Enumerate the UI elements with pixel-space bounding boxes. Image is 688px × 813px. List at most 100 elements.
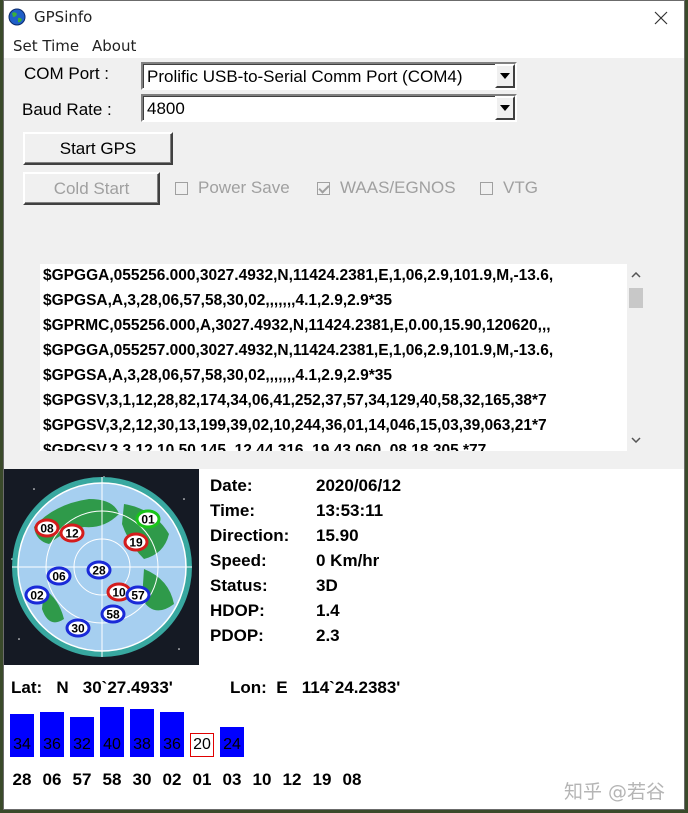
satellite-prn-label: 57 (72, 770, 92, 789)
com-port-value: Prolific USB-to-Serial Comm Port (COM4) (147, 67, 463, 86)
hdop-label: HDOP: (210, 601, 265, 620)
chevron-down-icon (500, 105, 510, 111)
start-gps-button[interactable]: Start GPS (23, 132, 173, 165)
date-label: Date: (210, 476, 253, 495)
pdop-label: PDOP: (210, 626, 264, 645)
chevron-down-icon (500, 73, 510, 79)
sky-view-plot: 08 12 01 19 06 28 02 10 57 58 30 (11, 476, 192, 657)
speed-value: 0 Km/hr (316, 551, 380, 570)
menu-set-time[interactable]: Set Time (13, 37, 79, 55)
satellite-marker: 30 (65, 618, 91, 638)
satellite-prn: 28 (92, 564, 106, 578)
nmea-line: $GPRMC,055256.000,A,3027.4932,N,11424.23… (43, 317, 551, 334)
nmea-line: $GPGSA,A,3,28,06,57,58,30,02,,,,,,,4.1,2… (43, 367, 392, 384)
latitude-readout: Lat: N 30`27.4933' (11, 678, 173, 697)
satellite-prn: 12 (65, 527, 79, 541)
main-panel: COM Port : Prolific USB-to-Serial Comm P… (4, 58, 684, 809)
menu-bar: Set Time About (4, 34, 684, 58)
scroll-thumb[interactable] (629, 288, 643, 308)
satellite-prn: 19 (129, 536, 143, 550)
satellite-prn: 10 (112, 586, 126, 600)
vtg-check-box[interactable] (480, 181, 493, 195)
nmea-log[interactable]: $GPGGA,055256.000,3027.4932,N,11424.2381… (40, 264, 645, 451)
status-label: Status: (210, 576, 268, 595)
satellite-marker: 02 (24, 585, 50, 605)
satellite-prn-label: 10 (252, 770, 272, 789)
time-label: Time: (210, 501, 256, 520)
direction-label: Direction: (210, 526, 290, 545)
satellite-prn-label: 19 (312, 770, 332, 789)
baud-rate-dropdown-button[interactable] (495, 96, 515, 120)
date-value: 2020/06/12 (316, 476, 402, 495)
com-port-select[interactable]: Prolific USB-to-Serial Comm Port (COM4) (141, 62, 517, 90)
satellite-marker: 12 (59, 523, 85, 543)
satellite-prn: 57 (131, 589, 145, 603)
nmea-line: $GPGSV,3,1,12,28,82,174,34,06,41,252,37,… (43, 392, 547, 409)
signal-value: 34 (13, 736, 31, 753)
speed-label: Speed: (210, 551, 267, 570)
signal-value: 38 (133, 736, 151, 753)
globe-icon (8, 8, 26, 26)
baud-rate-select[interactable]: 4800 (141, 94, 517, 122)
satellite-prn-label: 06 (42, 770, 62, 789)
signal-value: 32 (73, 736, 91, 753)
sky-view: 08 12 01 19 06 28 02 10 57 58 30 (4, 469, 199, 665)
close-icon (654, 11, 668, 24)
nmea-line: $GPGSV,3,3,12,10,50,145,,12,44,316,,19,4… (43, 442, 487, 451)
signal-value: 24 (223, 736, 241, 753)
direction-value: 15.90 (316, 526, 359, 545)
nmea-scrollbar[interactable] (627, 264, 645, 451)
nmea-line: $GPGGA,055257.000,3027.4932,N,11424.2381… (43, 342, 554, 359)
satellite-prn: 01 (141, 513, 155, 527)
satellite-prn: 30 (71, 622, 85, 636)
satellite-marker: 08 (34, 518, 60, 538)
waas-egnos-check-box[interactable] (317, 181, 330, 195)
watermark: 知乎 @若谷 (564, 781, 666, 803)
signal-value: 20 (190, 733, 214, 757)
satellite-prn-label: 30 (132, 770, 152, 789)
signal-value: 36 (43, 736, 61, 753)
longitude-readout: Lon: E 114`24.2383' (230, 678, 401, 697)
chevron-down-icon (631, 437, 641, 443)
satellite-prn-label: 02 (162, 770, 182, 789)
cold-start-button[interactable]: Cold Start (23, 172, 160, 205)
satellite-marker: 01 (135, 509, 161, 529)
close-button[interactable] (638, 1, 684, 34)
power-save-checkbox[interactable]: Power Save (175, 178, 290, 198)
satellite-prn: 08 (40, 522, 54, 536)
baud-rate-label: Baud Rate : (22, 100, 112, 119)
satellite-marker: 28 (86, 560, 112, 580)
com-port-dropdown-button[interactable] (495, 64, 515, 88)
satellite-prn-label: 03 (222, 770, 242, 789)
waas-egnos-checkbox[interactable]: WAAS/EGNOS (317, 178, 456, 198)
satellite-prn-label: 58 (102, 770, 122, 789)
status-value: 3D (316, 576, 338, 595)
satellite-marker: 58 (100, 604, 126, 624)
scroll-up-button[interactable] (627, 266, 645, 284)
hdop-value: 1.4 (316, 601, 340, 620)
satellite-prn: 06 (52, 570, 66, 584)
scroll-down-button[interactable] (627, 431, 645, 449)
satellite-marker: 19 (123, 532, 149, 552)
satellite-prn: 58 (106, 608, 120, 622)
app-window: GPSinfo Set Time About COM Port : Prolif… (3, 0, 685, 810)
satellite-marker: 06 (46, 566, 72, 586)
title-bar[interactable]: GPSinfo (4, 1, 684, 34)
waas-egnos-label: WAAS/EGNOS (340, 178, 456, 197)
nmea-line: $GPGSA,A,3,28,06,57,58,30,02,,,,,,,4.1,2… (43, 292, 392, 309)
satellite-prn-label: 28 (12, 770, 32, 789)
satellite-marker: 57 (125, 585, 151, 605)
satellite-prn-label: 01 (192, 770, 212, 789)
signal-value: 36 (163, 736, 181, 753)
vtg-checkbox[interactable]: VTG (480, 178, 538, 198)
power-save-label: Power Save (198, 178, 290, 197)
menu-about[interactable]: About (92, 37, 136, 55)
satellite-prn: 02 (30, 589, 44, 603)
chevron-up-icon (631, 272, 641, 278)
power-save-check-box[interactable] (175, 181, 188, 195)
com-port-label: COM Port : (24, 64, 110, 83)
nmea-line: $GPGSV,3,2,12,30,13,199,39,02,10,244,36,… (43, 417, 547, 434)
gps-info-panel: 08 12 01 19 06 28 02 10 57 58 30 Date: 2020/06/12 … (4, 469, 684, 809)
satellite-prn-label: 08 (342, 770, 362, 789)
satellite-prn-label: 12 (282, 770, 302, 789)
